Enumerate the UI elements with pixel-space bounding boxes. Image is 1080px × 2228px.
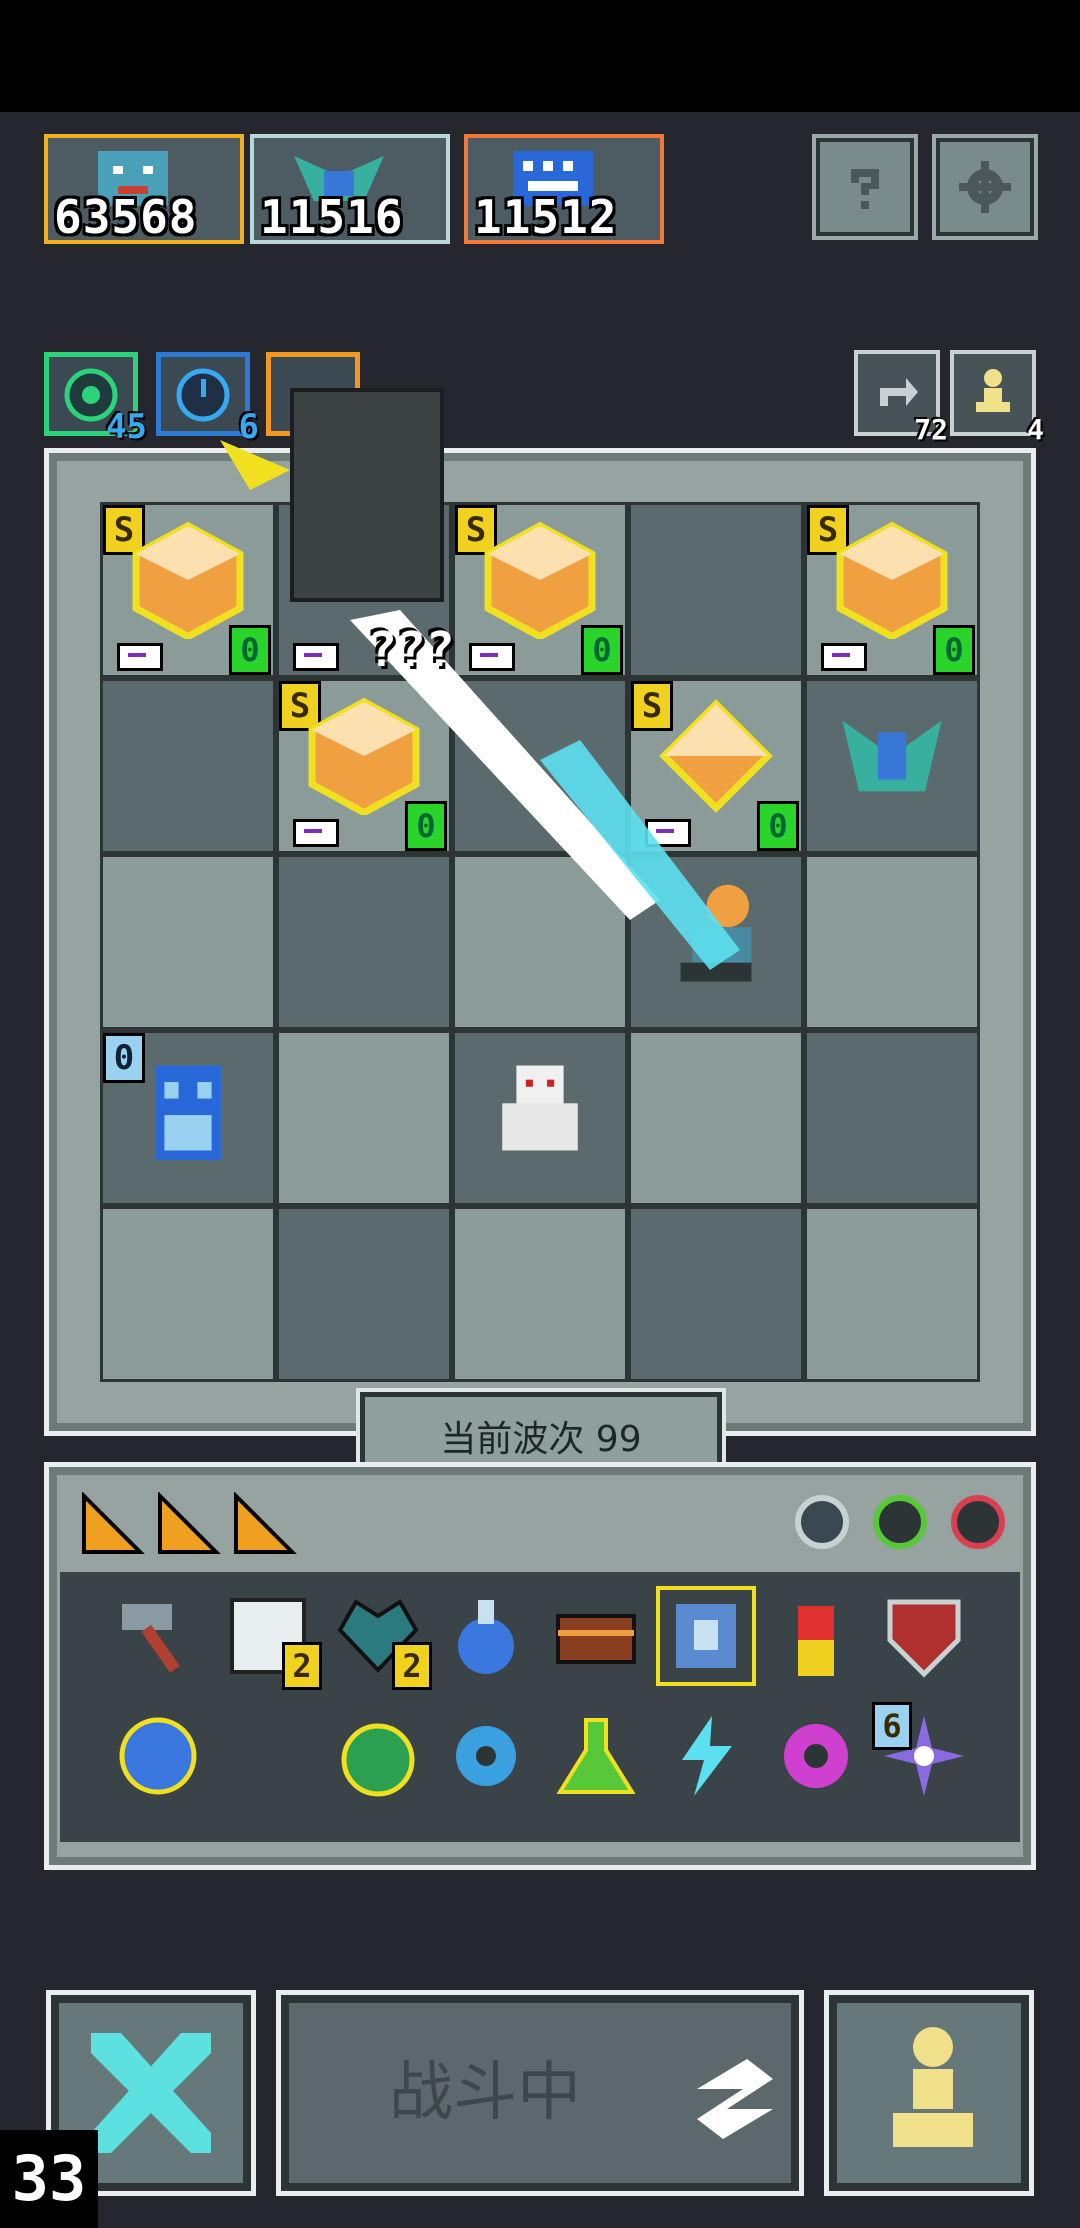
armor-icon xyxy=(676,1604,736,1668)
silver-ring-icon xyxy=(795,1495,849,1549)
blue-tower-icon xyxy=(154,1065,222,1160)
blue-gear-icon xyxy=(456,1726,516,1786)
enemy-portrait-1[interactable]: 63568 xyxy=(44,134,244,244)
battery-icon xyxy=(798,1606,834,1676)
cross-swords-icon xyxy=(91,2033,211,2153)
pawn-button[interactable] xyxy=(824,1990,1034,2196)
chest-item[interactable] xyxy=(550,1590,642,1682)
pawn-icon xyxy=(893,2027,973,2147)
lightning-icon xyxy=(682,1716,732,1796)
battery-item[interactable] xyxy=(770,1590,862,1682)
damage-text: ??? xyxy=(368,622,455,678)
battle-effects xyxy=(220,388,740,970)
potion-item[interactable] xyxy=(440,1590,532,1682)
fight-button[interactable]: 战斗中 xyxy=(276,1990,804,2196)
blue-coin-icon xyxy=(119,1717,197,1795)
board-cell[interactable] xyxy=(279,1033,449,1203)
green-orb-item[interactable] xyxy=(332,1710,424,1802)
board-cell[interactable]: 0 xyxy=(103,1033,273,1203)
red-blue-ring-icon xyxy=(951,1495,1005,1549)
flask-icon xyxy=(556,1718,636,1794)
board-cell[interactable] xyxy=(103,1209,273,1379)
enemy-hp: 63568 xyxy=(54,190,198,244)
fast-forward-icon xyxy=(697,2059,773,2139)
settings-button[interactable] xyxy=(932,134,1038,240)
stone-golem-icon xyxy=(290,388,444,602)
enemy-portrait-3[interactable]: 11512 xyxy=(464,134,664,244)
armor-item[interactable] xyxy=(656,1586,756,1686)
potion-icon xyxy=(458,1600,514,1674)
board-cell[interactable] xyxy=(631,1033,801,1203)
fps-counter: 33 xyxy=(0,2130,98,2228)
shield-item[interactable] xyxy=(878,1590,970,1682)
item-count: 2 xyxy=(282,1642,322,1690)
enemy-hp: 11512 xyxy=(474,190,618,244)
board-cell[interactable] xyxy=(631,1209,801,1379)
chest-icon xyxy=(556,1614,636,1664)
enemy-portrait-2[interactable]: 11516 xyxy=(250,134,450,244)
board-cell[interactable] xyxy=(455,1209,625,1379)
hammer-item[interactable] xyxy=(112,1590,204,1682)
yeti-enemy-icon xyxy=(502,1065,578,1151)
item-count: 6 xyxy=(872,1702,912,1750)
help-button[interactable] xyxy=(812,134,918,240)
spark-icon xyxy=(220,440,290,490)
enemy-hp: 11516 xyxy=(260,190,404,244)
lightning-item[interactable] xyxy=(660,1710,752,1802)
scroll-item[interactable]: 2 xyxy=(222,1590,322,1690)
shield-icon xyxy=(887,1599,961,1678)
pink-gear-icon xyxy=(784,1724,848,1788)
status-bar xyxy=(0,0,1080,112)
board-cell[interactable] xyxy=(807,1033,977,1203)
gold-pieces-row xyxy=(82,1492,297,1554)
pink-gear-item[interactable] xyxy=(770,1710,862,1802)
flask-item[interactable] xyxy=(550,1710,642,1802)
blue-gear-item[interactable] xyxy=(440,1710,532,1802)
heart-stone-item[interactable]: 2 xyxy=(332,1590,432,1690)
green-ring-icon xyxy=(873,1495,927,1549)
blue-coin-item[interactable] xyxy=(112,1710,204,1802)
question-icon xyxy=(851,169,879,209)
pawn-count: 4 xyxy=(1027,413,1044,446)
orb-slots[interactable] xyxy=(792,1488,1012,1558)
board-cell[interactable] xyxy=(455,1033,625,1203)
board-cell[interactable] xyxy=(279,1209,449,1379)
gear-icon xyxy=(959,161,1011,213)
board-cell[interactable] xyxy=(807,1209,977,1379)
green-orb-icon xyxy=(341,1723,415,1797)
fight-label: 战斗中 xyxy=(389,2056,581,2130)
hammer-icon xyxy=(122,1604,180,1673)
item-count: 2 xyxy=(392,1642,432,1690)
star-burst-item[interactable]: 6 xyxy=(872,1702,970,1802)
